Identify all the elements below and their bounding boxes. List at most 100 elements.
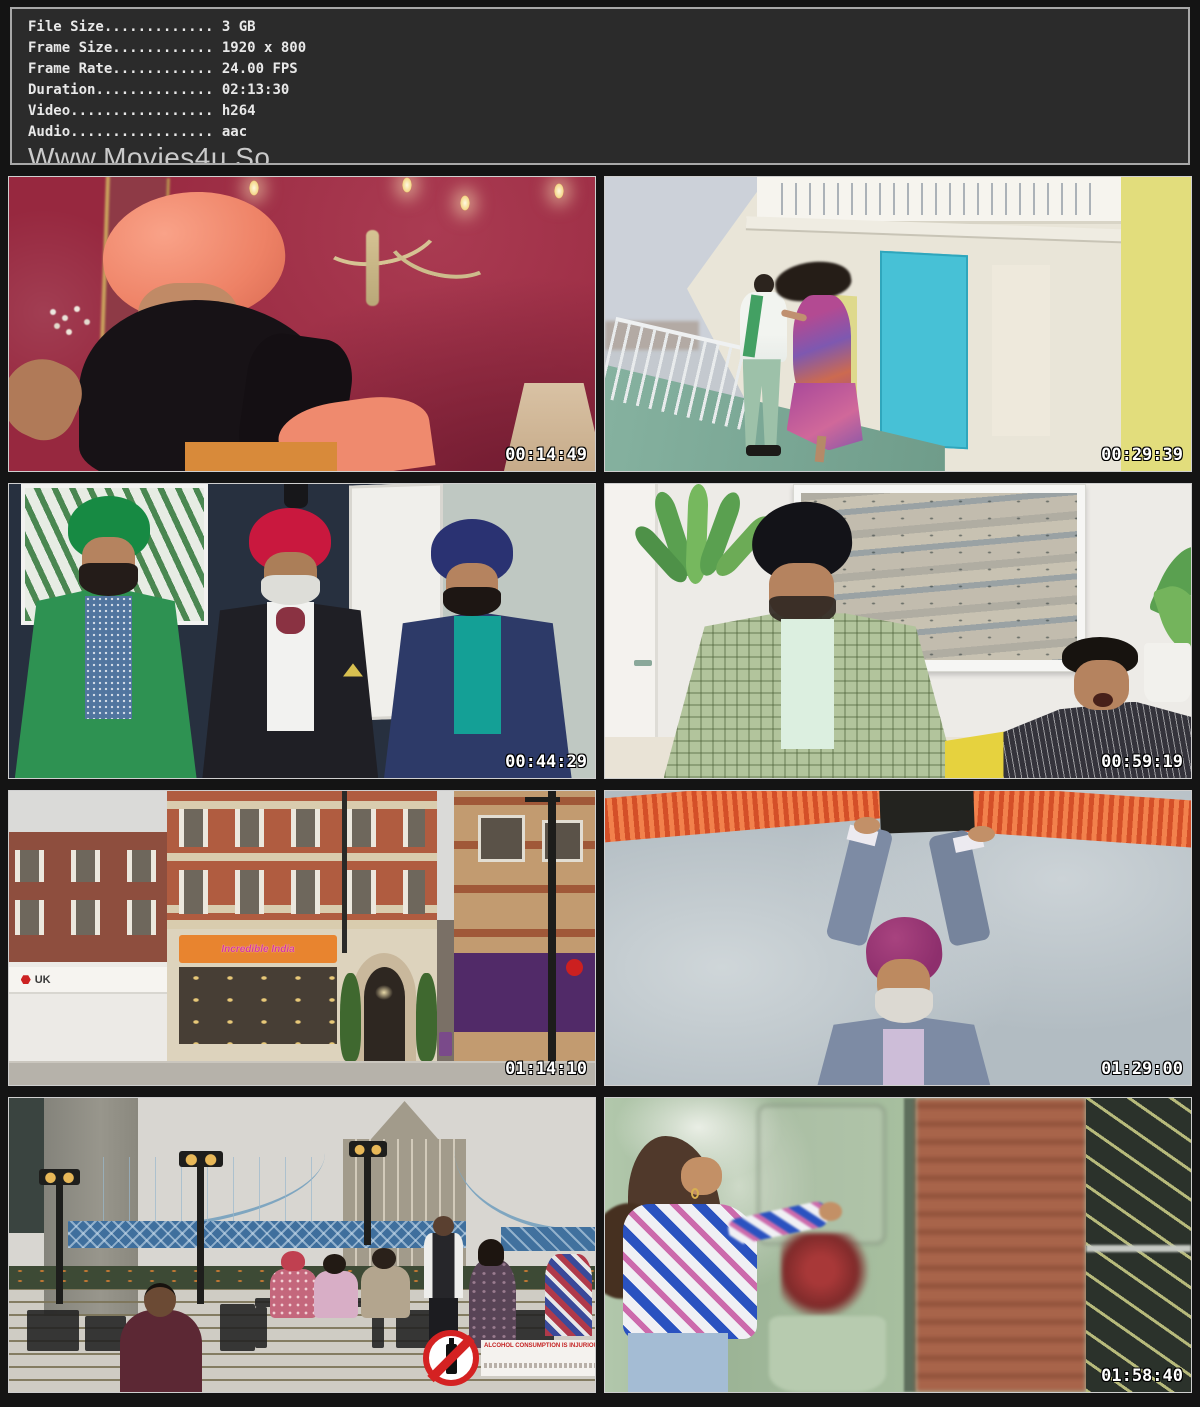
window-row [15,900,162,935]
woman-hair [478,1239,504,1265]
screenshot-grid: 00:14:49 00:29:39 [0,176,1200,1393]
balcony-railing [781,183,1103,215]
man-check-shirt [545,1254,592,1336]
teal-shirt [454,616,501,734]
window-row [179,809,425,847]
man-maroon-sweater [120,1310,202,1392]
red-flowers [781,1233,869,1315]
timestamp: 01:58:40 [1101,1366,1183,1386]
blurred-brick-pillar [916,1098,1086,1392]
screenshot-4: 00:59:19 [604,483,1192,779]
white-beard [261,575,320,604]
info-label: Duration [28,82,95,98]
paisley-cravat [276,607,305,633]
blue-shirt [85,596,132,719]
man-pink-jacket [270,1269,317,1319]
face [681,1157,722,1195]
info-value: 24.00 FPS [213,61,297,77]
standing-waiter-vest [424,1233,463,1298]
lamp-post [56,1180,63,1303]
info-label: File Size [28,19,104,35]
woman-pink [314,1271,358,1318]
info-value: aac [213,124,247,140]
sneaker [746,445,781,457]
timestamp: 01:14:10 [505,1059,587,1079]
info-line-video: Video................. h264 [28,101,1188,122]
candle-flame [402,177,412,193]
info-value: 1920 x 800 [213,40,306,56]
dot-leader: .............. [95,82,213,98]
lantern [39,1169,80,1185]
info-line-file-size: File Size............. 3 GB [28,17,1188,38]
timestamp: 00:29:39 [1101,445,1183,465]
dot-leader: ................. [70,124,213,140]
screenshot-2: 00:29:39 [604,176,1192,472]
bank-sign-text: UK [35,974,51,986]
restaurant-sign-text: Incredible India [221,944,294,955]
screenshot-7: 01:43:50 ALCOHOL CONSUMPTION IS INJURIOU… [8,1097,596,1393]
bridge-deck [501,1227,595,1251]
lamp-post [548,791,556,1061]
gripping-hand [968,826,994,842]
info-label: Frame Size [28,40,112,56]
restaurant-window [179,967,337,1043]
warning-fine-print [484,1363,596,1368]
suspension-cable [454,1133,583,1233]
lamp-post [364,1151,371,1245]
door-handle [634,660,652,666]
screenshot-8: 01:58:40 [604,1097,1192,1393]
mint-shirt [781,619,834,748]
warning-text: ALCOHOL CONSUMPTION IS INJURIOUS [484,1343,596,1349]
green-planter [769,1316,886,1392]
yellow-wall [1121,177,1191,471]
info-line-duration: Duration.............. 02:13:30 [28,80,1188,101]
man-head [144,1283,176,1317]
site-watermark: Www.Movies4u.So [28,145,1188,165]
ceiling-fixture [284,484,307,508]
info-value: h264 [213,103,255,119]
chandelier-glow [375,985,393,1000]
info-value: 02:13:30 [213,82,289,98]
candle-flame [460,195,470,211]
dot-leader: ................. [70,103,213,119]
restaurant-sign: Incredible India [179,935,337,963]
timestamp: 00:14:49 [505,445,587,465]
white-planter [1144,643,1191,702]
screenshot-1: 00:14:49 [8,176,596,472]
info-line-frame-size: Frame Size............ 1920 x 800 [28,38,1188,59]
topiary-tree [416,973,437,1061]
flag-pole [342,791,347,953]
white-petals [50,309,56,315]
window [478,815,525,862]
hoop-earring [691,1188,699,1199]
stone-cornice [167,920,437,929]
black-beard [79,563,138,595]
dot-leader: ............. [104,19,214,35]
man-hair [372,1248,395,1269]
bridge-deck [68,1221,466,1247]
man-beige-hoodie [361,1266,411,1319]
orange-robe [185,442,337,472]
topiary-tree [340,973,361,1061]
red-turban [281,1251,304,1272]
lavender-shirt [883,1029,924,1085]
dot-leader: ............ [112,40,213,56]
lantern [179,1151,223,1167]
window-row [179,870,425,914]
screenshot-5: UK Incredible India [8,790,596,1086]
railing [1086,1245,1191,1252]
lantern [349,1141,387,1157]
info-label: Audio [28,124,70,140]
waiter-head [433,1216,454,1237]
lamp-arm [525,797,560,802]
info-line-frame-rate: Frame Rate............ 24.00 FPS [28,59,1188,80]
chandelier-stem [366,230,379,306]
screenshot-3: 00:44:29 [8,483,596,779]
warning-label: ALCOHOL CONSUMPTION IS INJURIOUS [481,1340,596,1376]
info-label: Frame Rate [28,61,112,77]
white-door [605,484,658,778]
bank-logo-icon [21,975,31,985]
window-row [15,850,162,882]
info-label: Video [28,103,70,119]
no-alcohol-icon [423,1330,479,1386]
